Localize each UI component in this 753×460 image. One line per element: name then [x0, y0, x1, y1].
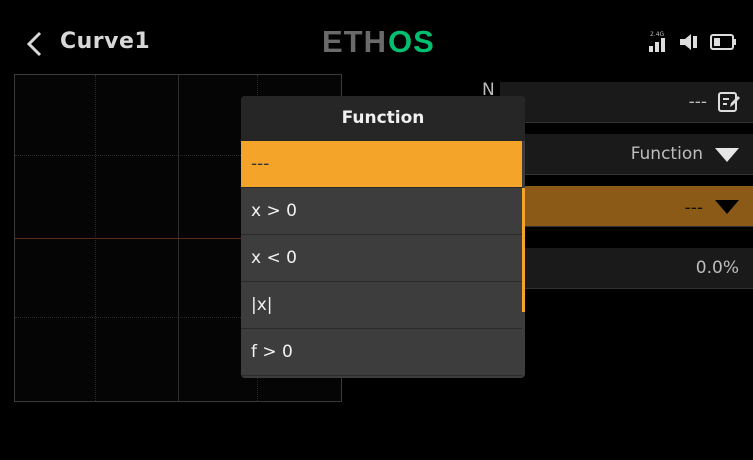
edit-icon[interactable]	[717, 90, 741, 114]
back-arrow-icon[interactable]	[24, 30, 46, 58]
function-value: ---	[684, 198, 703, 218]
chevron-down-icon	[715, 200, 739, 214]
type-value: Function	[630, 144, 703, 164]
function-popup: Function --- x > 0 x < 0 |x| f > 0	[241, 96, 525, 378]
name-value: ---	[688, 92, 707, 112]
svg-text:ETH: ETH	[322, 24, 387, 58]
svg-text:2.4G: 2.4G	[650, 31, 665, 38]
popup-scrollbar[interactable]	[522, 188, 525, 312]
chevron-down-icon	[715, 148, 739, 162]
signal-strength-icon: 2.4G	[649, 31, 665, 52]
bottom-area	[0, 410, 753, 460]
ethos-logo: ETH OS	[322, 24, 435, 58]
battery-icon	[710, 34, 736, 50]
type-dropdown[interactable]: Function	[500, 134, 753, 175]
popup-title: Function	[241, 96, 525, 141]
percent-value: 0.0%	[695, 258, 739, 278]
popup-option[interactable]: ---	[241, 141, 522, 188]
popup-option[interactable]: x < 0	[241, 235, 522, 282]
popup-option[interactable]: x > 0	[241, 188, 522, 235]
popup-option[interactable]: |x|	[241, 282, 522, 329]
function-dropdown[interactable]: ---	[500, 186, 753, 227]
speaker-icon	[680, 34, 697, 50]
svg-text:OS: OS	[388, 24, 435, 58]
percent-field[interactable]: 0.0%	[500, 248, 753, 289]
popup-option[interactable]: f > 0	[241, 329, 522, 376]
page-title: Curve1	[60, 29, 151, 54]
top-bar: Curve1 ETH OS 2.4G	[0, 0, 753, 84]
status-icons: 2.4G	[645, 28, 739, 56]
name-field[interactable]: ---	[500, 82, 753, 123]
